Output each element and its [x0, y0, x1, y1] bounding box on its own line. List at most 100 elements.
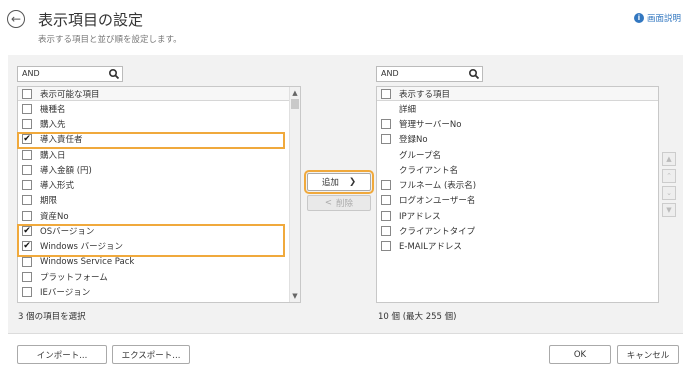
item-checkbox[interactable]: [22, 149, 32, 160]
list-item-label: 期限: [40, 196, 58, 207]
list-item[interactable]: 詳細: [377, 101, 658, 116]
export-button[interactable]: エクスポート...: [112, 345, 190, 364]
cancel-button-label: キャンセル: [626, 350, 670, 361]
right-search-value: AND: [381, 69, 399, 78]
list-item-label: 導入形式: [40, 181, 75, 192]
list-item-label: Windows Service Pack: [40, 256, 135, 267]
add-button[interactable]: 追加 ❯: [304, 170, 374, 194]
scroll-down-icon[interactable]: ▼: [290, 291, 300, 301]
left-search-value: AND: [22, 69, 40, 78]
list-item[interactable]: 導入形式: [18, 177, 300, 192]
import-button[interactable]: インポート...: [17, 345, 107, 364]
item-checkbox[interactable]: [381, 134, 391, 145]
header: ← 表示項目の設定 表示する項目と並び順を設定します。 i 画面説明: [0, 0, 691, 52]
selected-items-header-label: 表示する項目: [399, 89, 451, 100]
list-item-label: フルネーム (表示名): [399, 181, 477, 192]
list-item[interactable]: ログオンユーザー名: [377, 193, 658, 208]
list-item-label: ログオンユーザー名: [399, 196, 476, 207]
item-checkbox[interactable]: [22, 103, 32, 114]
ok-button[interactable]: OK: [549, 345, 611, 364]
list-item[interactable]: 期限: [18, 193, 300, 208]
item-checkbox[interactable]: [22, 180, 32, 191]
available-items-list: 表示可能な項目 機種名購入先 ✔ 導入責任者 購入日導入金額 (円) 導入形式期限資産N…: [17, 86, 301, 303]
move-down-icon[interactable]: ⌄: [662, 186, 676, 200]
import-button-label: インポート...: [36, 350, 88, 361]
list-item[interactable]: 機種名: [18, 101, 300, 116]
move-up-icon[interactable]: ⌃: [662, 169, 676, 183]
list-item[interactable]: E-MAILアドレス: [377, 239, 658, 254]
list-item[interactable]: 登録No: [377, 132, 658, 147]
list-item[interactable]: ✔ OSバージョン: [18, 223, 300, 238]
item-checkbox[interactable]: [381, 226, 391, 237]
item-checkbox[interactable]: ✔: [22, 241, 32, 252]
page-subtitle: 表示する項目と並び順を設定します。: [38, 35, 182, 45]
back-arrow-icon[interactable]: ←: [7, 10, 25, 28]
info-icon: i: [633, 13, 644, 23]
list-item-label: 導入責任者: [40, 135, 83, 146]
list-item[interactable]: 導入金額 (円): [18, 162, 300, 177]
list-item[interactable]: Windows Service Pack: [18, 254, 300, 269]
item-checkbox[interactable]: [381, 195, 391, 206]
selected-items-list: 表示する項目 詳細管理サーバーNo 登録No グループ名 クライアント名フルネーム (…: [376, 86, 659, 303]
cancel-button[interactable]: キャンセル: [617, 345, 679, 364]
item-checkbox[interactable]: [381, 118, 391, 129]
list-item[interactable]: クライアント名: [377, 162, 658, 177]
item-checkbox[interactable]: [381, 241, 391, 252]
available-items-header-label: 表示可能な項目: [40, 89, 100, 100]
list-item[interactable]: グループ名: [377, 147, 658, 162]
list-item-label: 導入金額 (円): [40, 165, 92, 176]
list-item-label: 資産No: [40, 211, 69, 222]
list-item-label: クライアントタイプ: [399, 227, 476, 238]
item-checkbox[interactable]: [22, 287, 32, 298]
list-item-label: Windows バージョン: [40, 242, 123, 253]
list-item-label: 購入先: [40, 119, 66, 130]
list-item-label: IEバージョン: [40, 288, 91, 299]
list-item[interactable]: ✔ 導入責任者: [18, 132, 300, 147]
right-status: 10 個 (最大 255 個): [378, 312, 457, 322]
search-icon[interactable]: [108, 68, 120, 80]
left-search-input[interactable]: AND: [17, 66, 123, 82]
remove-button[interactable]: < 削除: [307, 195, 371, 211]
item-checkbox[interactable]: [22, 271, 32, 282]
item-checkbox[interactable]: [22, 164, 32, 175]
list-item[interactable]: ✔ Windows バージョン: [18, 239, 300, 254]
selected-items-header: 表示する項目: [377, 87, 658, 101]
search-icon[interactable]: [468, 68, 480, 80]
item-checkbox[interactable]: ✔: [22, 226, 32, 237]
list-item[interactable]: IEバージョン: [18, 285, 300, 300]
item-checkbox[interactable]: [22, 118, 32, 129]
item-checkbox[interactable]: [22, 256, 32, 267]
list-item[interactable]: 購入日: [18, 147, 300, 162]
list-item[interactable]: 資産No: [18, 208, 300, 223]
select-all-checkbox[interactable]: [22, 88, 32, 99]
available-items-header: 表示可能な項目: [18, 87, 300, 101]
list-item-label: E-MAILアドレス: [399, 242, 462, 253]
list-item-label: 詳細: [399, 104, 417, 115]
list-item-label: 管理サーバーNo: [399, 119, 462, 130]
list-item[interactable]: クライアントタイプ: [377, 223, 658, 238]
list-item[interactable]: IPアドレス: [377, 208, 658, 223]
list-item-label: プラットフォーム: [40, 272, 108, 283]
item-checkbox[interactable]: [22, 195, 32, 206]
list-item[interactable]: フルネーム (表示名): [377, 177, 658, 192]
scroll-thumb[interactable]: [291, 99, 299, 109]
add-button-label: 追加: [321, 178, 339, 188]
item-checkbox[interactable]: [381, 180, 391, 191]
scroll-up-icon[interactable]: ▲: [290, 88, 300, 98]
select-all-checkbox[interactable]: [381, 88, 391, 99]
move-top-icon[interactable]: ▲: [662, 152, 676, 166]
list-item-label: 登録No: [399, 135, 428, 146]
help-link[interactable]: i 画面説明: [633, 12, 681, 24]
ok-button-label: OK: [573, 349, 587, 360]
list-item[interactable]: 購入先: [18, 116, 300, 131]
right-search-input[interactable]: AND: [376, 66, 483, 82]
list-item[interactable]: 管理サーバーNo: [377, 116, 658, 131]
left-scrollbar[interactable]: ▲ ▼: [289, 87, 300, 302]
chevron-left-icon: <: [324, 198, 333, 208]
left-status: 3 個の項目を選択: [18, 312, 86, 322]
item-checkbox[interactable]: ✔: [22, 134, 32, 145]
move-bottom-icon[interactable]: ▼: [662, 203, 676, 217]
list-item[interactable]: プラットフォーム: [18, 269, 300, 284]
item-checkbox[interactable]: [381, 210, 391, 221]
item-checkbox[interactable]: [22, 210, 32, 221]
